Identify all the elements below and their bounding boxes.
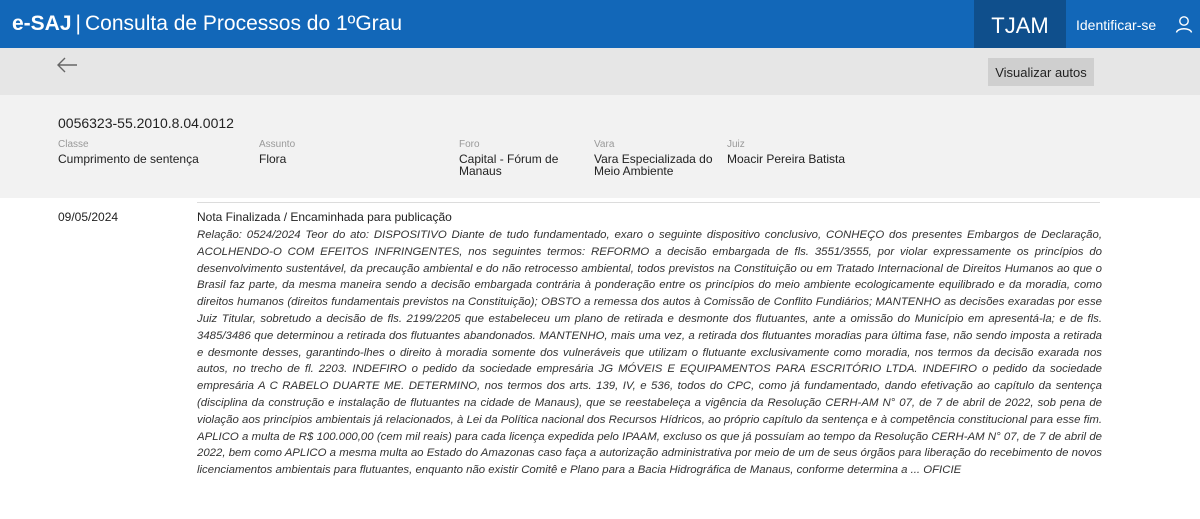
field-assunto: Assunto Flora <box>259 139 419 165</box>
field-juiz: Juiz Moacir Pereira Batista <box>727 139 927 165</box>
process-info-panel: 0056323-55.2010.8.04.0012 Classe Cumprim… <box>0 95 1200 198</box>
field-classe: Classe Cumprimento de sentença <box>58 139 238 165</box>
movement-title: Nota Finalizada / Encaminhada para publi… <box>197 210 452 224</box>
brand-separator: | <box>75 12 81 35</box>
field-label: Vara <box>594 139 615 150</box>
view-case-files-button[interactable]: Visualizar autos <box>988 58 1094 86</box>
identify-link[interactable]: Identificar-se <box>1076 0 1156 48</box>
field-foro: Foro Capital - Fórum de Manaus <box>459 139 579 177</box>
movement-divider <box>197 202 1100 203</box>
app-brand[interactable]: e-SAJ | Consulta de Processos do 1ºGrau <box>12 12 402 36</box>
toolbar: Visualizar autos <box>0 48 1200 95</box>
field-vara: Vara Vara Especializada do Meio Ambiente <box>594 139 724 177</box>
court-badge[interactable]: TJAM <box>974 0 1066 48</box>
movement-description: Relação: 0524/2024 Teor do ato: DISPOSIT… <box>197 229 1102 477</box>
field-label: Classe <box>58 139 89 150</box>
field-value: Vara Especializada do Meio Ambiente <box>594 152 713 178</box>
arrow-left-icon[interactable] <box>56 56 78 74</box>
user-icon[interactable] <box>1175 15 1193 33</box>
field-label: Foro <box>459 139 480 150</box>
movement-date: 09/05/2024 <box>58 210 119 224</box>
page-title: Consulta de Processos do 1ºGrau <box>85 12 403 35</box>
field-value: Capital - Fórum de Manaus <box>459 152 559 178</box>
field-value: Moacir Pereira Batista <box>727 152 846 166</box>
field-value: Cumprimento de sentença <box>58 152 199 166</box>
field-value: Flora <box>259 152 287 166</box>
top-header: e-SAJ | Consulta de Processos do 1ºGrau TJ… <box>0 0 1200 48</box>
process-number: 0056323-55.2010.8.04.0012 <box>58 115 234 131</box>
field-label: Assunto <box>259 139 296 150</box>
brand-logo-text: e-SAJ <box>12 12 72 35</box>
field-label: Juiz <box>727 139 745 150</box>
